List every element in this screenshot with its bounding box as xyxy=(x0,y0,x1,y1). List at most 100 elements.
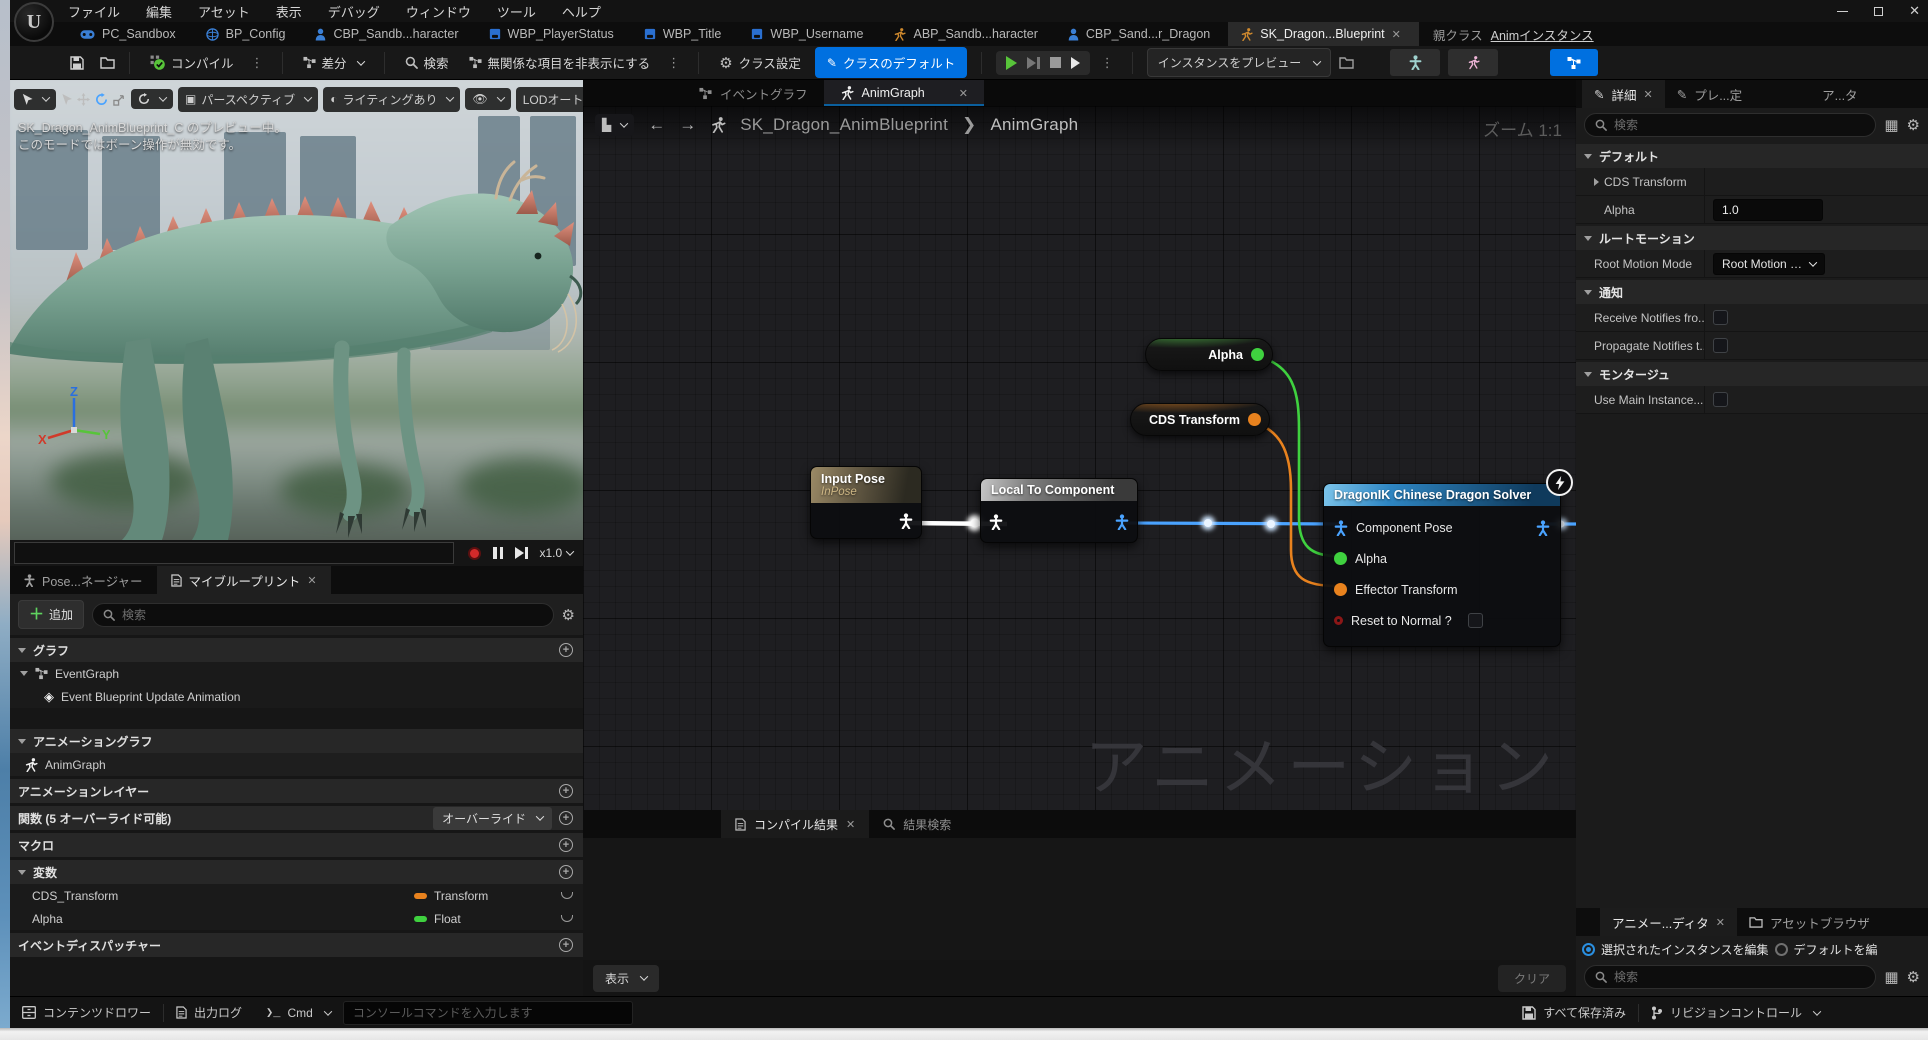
hide-unrelated-button[interactable]: 無関係な項目を非表示にする xyxy=(463,49,657,76)
diff-button[interactable]: 差分 xyxy=(297,49,370,76)
row-alpha[interactable]: Alpha xyxy=(1576,196,1928,224)
override-dropdown[interactable]: オーバーライド xyxy=(433,807,552,830)
component-pose-input-pin[interactable] xyxy=(1334,520,1348,536)
menu-view[interactable]: 表示 xyxy=(276,2,302,21)
pin-row-alpha[interactable]: Alpha xyxy=(1324,543,1560,574)
output-log-button[interactable]: 出力ログ xyxy=(164,997,254,1028)
row-use-main-instance[interactable]: Use Main Instance... xyxy=(1576,386,1928,414)
event-node-item[interactable]: ◈ Event Blueprint Update Animation xyxy=(10,685,583,708)
scale-tool-icon[interactable] xyxy=(113,93,126,106)
close-tab-icon[interactable]: ✕ xyxy=(307,574,316,587)
edit-graph-mode-button[interactable] xyxy=(1550,49,1598,76)
display-filter-grid-icon[interactable]: ▦ xyxy=(1884,116,1898,134)
asset-tab-pc-sandbox[interactable]: PC_Sandbox xyxy=(68,22,194,46)
view-mode-dropdown[interactable]: ◐ライティングあり xyxy=(323,87,460,112)
row-root-motion-mode[interactable]: Root Motion Mode Root Motion from M xyxy=(1576,250,1928,278)
move-tool-icon[interactable] xyxy=(77,93,90,106)
menu-tools[interactable]: ツール xyxy=(497,2,536,21)
timeline-scrubber[interactable] xyxy=(14,542,454,564)
tab-event-graph[interactable]: イベントグラフ xyxy=(683,80,824,106)
section-macros[interactable]: マクロ+ xyxy=(10,833,583,857)
dragonik-solver-node[interactable]: DragonIK Chinese Dragon Solver Component… xyxy=(1323,483,1561,647)
pause-icon[interactable] xyxy=(493,547,503,559)
tab-compile-results[interactable]: コンパイル結果 ✕ xyxy=(721,810,869,838)
console-input[interactable] xyxy=(353,1006,623,1020)
section-montage[interactable]: モンタージュ xyxy=(1576,362,1928,386)
tab-animgraph[interactable]: AnimGraph ✕ xyxy=(824,80,984,106)
save-all-status[interactable]: すべて保存済み xyxy=(1510,997,1638,1028)
console-command-box[interactable] xyxy=(343,1001,633,1025)
pin-row-effector-transform[interactable]: Effector Transform xyxy=(1324,574,1560,605)
menu-file[interactable]: ファイル xyxy=(68,2,120,21)
transform-output-pin[interactable] xyxy=(1248,413,1261,426)
tab-asset-editor[interactable]: ア...タ xyxy=(1810,80,1869,108)
menu-asset[interactable]: アセット xyxy=(198,2,250,21)
menu-help[interactable]: ヘルプ xyxy=(562,2,601,21)
menu-window[interactable]: ウィンドウ xyxy=(406,2,471,21)
alpha-input-pin[interactable] xyxy=(1334,552,1347,565)
compile-button[interactable]: コンパイル xyxy=(144,49,240,76)
add-macro-icon[interactable]: + xyxy=(559,838,573,852)
search-input[interactable] xyxy=(1614,970,1865,984)
closed-eye-icon[interactable] xyxy=(561,892,573,899)
preview-animation-button[interactable] xyxy=(1448,49,1498,76)
viewport-mode-dropdown[interactable] xyxy=(14,89,56,110)
close-tab-icon[interactable]: ✕ xyxy=(1392,28,1401,41)
root-motion-mode-dropdown[interactable]: Root Motion from M xyxy=(1713,253,1825,275)
minimize-icon[interactable] xyxy=(1837,11,1848,12)
asset-tab-wbp-title[interactable]: WBP_Title xyxy=(632,22,740,46)
snap-rotate-dropdown[interactable] xyxy=(131,89,173,109)
section-root-motion[interactable]: ルートモーション xyxy=(1576,226,1928,250)
save-icon[interactable] xyxy=(70,56,84,70)
menu-edit[interactable]: 編集 xyxy=(146,2,172,21)
preview-instance-dropdown[interactable]: インスタンスをプレビュー xyxy=(1147,48,1332,77)
animgraph-canvas[interactable]: ▙ ← → SK_Dragon_AnimBlueprint ❯ AnimGrap… xyxy=(583,106,1576,810)
input-pose-node[interactable]: Input Pose InPose xyxy=(810,466,922,539)
reset-checkbox[interactable] xyxy=(1468,613,1483,628)
section-animation-layers[interactable]: アニメーションレイヤー+ xyxy=(10,779,583,803)
effector-transform-input-pin[interactable] xyxy=(1334,583,1347,596)
float-output-pin[interactable] xyxy=(1251,348,1264,361)
edit-selected-instance-radio[interactable] xyxy=(1582,943,1595,956)
stop-icon[interactable] xyxy=(1050,57,1061,68)
row-propagate-notifies[interactable]: Propagate Notifies t... xyxy=(1576,332,1928,360)
play-icon[interactable] xyxy=(1006,56,1017,70)
display-filter-grid-icon[interactable]: ▦ xyxy=(1884,968,1898,986)
step-frame-icon[interactable] xyxy=(1027,57,1040,69)
nav-back-icon[interactable]: ← xyxy=(648,115,665,135)
hide-unrelated-options-icon[interactable]: ⋮ xyxy=(664,55,684,71)
use-main-instance-checkbox[interactable] xyxy=(1713,392,1728,407)
tab-preview-settings[interactable]: ✎ プレ...定 xyxy=(1665,80,1754,108)
row-cds-transform[interactable]: CDS Transform xyxy=(1576,168,1928,196)
add-graph-icon[interactable]: + xyxy=(559,643,573,657)
compile-options-icon[interactable]: ⋮ xyxy=(248,55,268,71)
pose-input-pin[interactable] xyxy=(989,514,1003,530)
add-layer-icon[interactable]: + xyxy=(559,784,573,798)
closed-eye-icon[interactable] xyxy=(561,915,573,922)
class-defaults-button[interactable]: ✎ クラスのデフォルト xyxy=(815,47,967,78)
settings-gear-icon[interactable]: ⚙ xyxy=(1907,116,1920,134)
alpha-value-input[interactable] xyxy=(1713,199,1823,221)
add-variable-icon[interactable]: + xyxy=(559,865,573,879)
pin-row-component-pose[interactable]: Component Pose xyxy=(1324,512,1560,543)
asset-tab-bp-config[interactable]: BP_Config xyxy=(194,22,304,46)
close-icon[interactable]: ✕ xyxy=(1909,3,1920,19)
pin-row-reset-to-normal[interactable]: Reset to Normal ? xyxy=(1324,605,1560,636)
asset-tab-abp-character[interactable]: ABP_Sandb...haracter xyxy=(881,22,1055,46)
panel-settings-gear-icon[interactable]: ⚙ xyxy=(562,606,575,624)
parent-class-link[interactable]: Animインスタンス xyxy=(1491,25,1594,44)
settings-gear-icon[interactable]: ⚙ xyxy=(1907,968,1920,986)
section-notifies[interactable]: 通知 xyxy=(1576,280,1928,304)
play-options-icon[interactable]: ⋮ xyxy=(1098,55,1118,71)
asset-tab-wbp-username[interactable]: WBP_Username xyxy=(739,22,881,46)
variable-row-cds-transform[interactable]: CDS_Transform Transform xyxy=(10,884,583,907)
search-input[interactable] xyxy=(122,608,543,622)
class-settings-button[interactable]: ⚙ クラス設定 xyxy=(713,49,807,76)
component-pose-output-pin[interactable] xyxy=(1536,520,1550,536)
clear-button[interactable]: クリア xyxy=(1498,965,1566,992)
maximize-icon[interactable] xyxy=(1874,7,1883,16)
reset-bool-input-pin[interactable] xyxy=(1334,616,1343,625)
my-blueprint-search[interactable] xyxy=(92,603,554,627)
show-dropdown[interactable]: 👁 xyxy=(465,88,510,110)
add-dispatcher-icon[interactable]: + xyxy=(559,938,573,952)
